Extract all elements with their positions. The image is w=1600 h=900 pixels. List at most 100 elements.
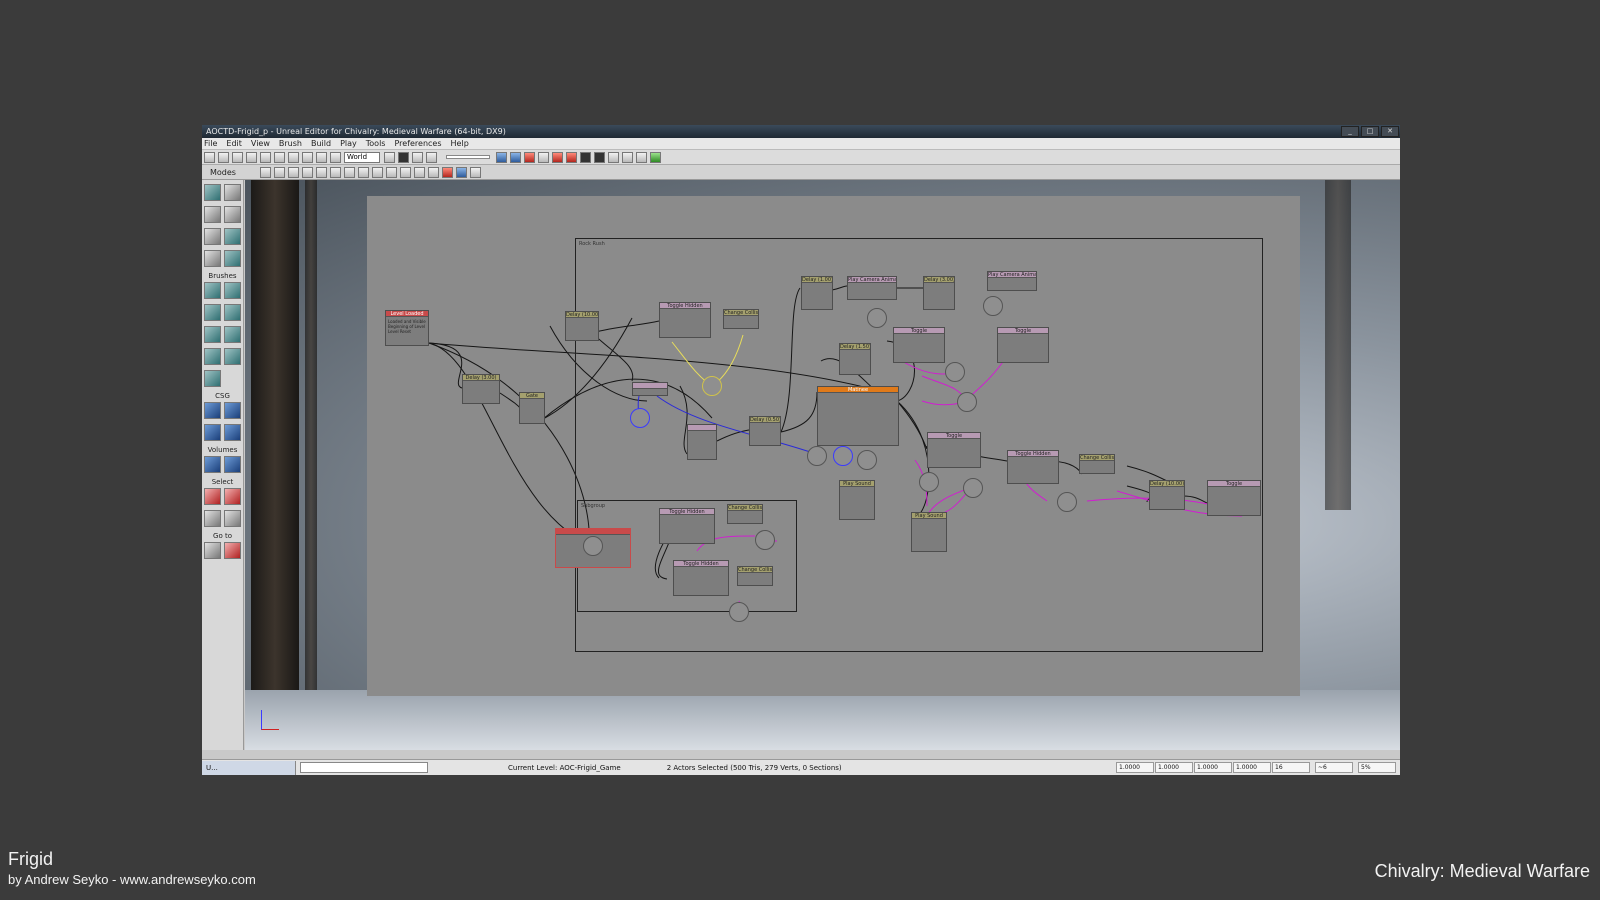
game-view-icon[interactable]: [400, 166, 411, 178]
curved-stair-icon[interactable]: [203, 304, 221, 321]
layer-icon[interactable]: [580, 151, 591, 163]
menu-file[interactable]: File: [204, 139, 217, 148]
menu-edit[interactable]: Edit: [226, 139, 242, 148]
matinee-icon[interactable]: [426, 151, 437, 163]
play-in-editor-icon[interactable]: [650, 151, 661, 163]
wireframe-icon[interactable]: [288, 166, 299, 178]
kismet-node-change-collision[interactable]: Change Collision: [1079, 454, 1115, 474]
show-selected-icon[interactable]: [203, 488, 221, 505]
kismet-variable[interactable]: [983, 296, 1003, 316]
new-icon[interactable]: [204, 151, 215, 163]
menu-build[interactable]: Build: [311, 139, 331, 148]
status-tab-label[interactable]: U...: [206, 764, 218, 772]
linear-stair-icon[interactable]: [203, 326, 221, 343]
kismet-node-level-loaded[interactable]: Level Loaded Loaded and Visible Beginnin…: [385, 310, 429, 346]
cone-brush-icon[interactable]: [224, 282, 242, 299]
spiral-stair-icon[interactable]: [203, 348, 221, 365]
kismet-node-change-collision[interactable]: Change Collision: [727, 504, 763, 524]
landscape-icon[interactable]: [224, 228, 242, 245]
camera-speed-icon[interactable]: [470, 166, 481, 178]
hide-selected-icon[interactable]: [224, 488, 242, 505]
kismet-variable[interactable]: [1057, 492, 1077, 512]
kismet-node-toggle[interactable]: Toggle: [1207, 480, 1261, 516]
command-input[interactable]: [300, 762, 428, 773]
kismet-variable[interactable]: [630, 408, 650, 428]
save-icon[interactable]: [232, 151, 243, 163]
redo-icon[interactable]: [274, 151, 285, 163]
save-all-icon[interactable]: [246, 151, 257, 163]
kismet-node-toggle-hidden[interactable]: Toggle Hidden: [659, 302, 711, 338]
globe-icon[interactable]: [608, 151, 619, 163]
kismet-node-toggle[interactable]: Toggle: [997, 327, 1049, 363]
kismet-node-matinee[interactable]: Matinee: [817, 386, 899, 446]
menu-tools[interactable]: Tools: [366, 139, 386, 148]
open-icon[interactable]: [218, 151, 229, 163]
arrow-down-red-icon-2[interactable]: [566, 151, 577, 163]
kismet-k-icon[interactable]: [636, 151, 647, 163]
kismet-variable[interactable]: [945, 362, 965, 382]
undo-icon[interactable]: [260, 151, 271, 163]
texture-density-icon[interactable]: [372, 166, 383, 178]
lighting-only-icon[interactable]: [344, 166, 355, 178]
scale-mode-icon[interactable]: [330, 151, 341, 163]
scale-snap-text[interactable]: 5%: [1358, 762, 1396, 773]
menu-preferences[interactable]: Preferences: [394, 139, 441, 148]
perspective-icon[interactable]: [260, 166, 271, 178]
arrow-down-red-icon[interactable]: [552, 151, 563, 163]
build-all-icon[interactable]: [538, 151, 549, 163]
csg-intersect-icon[interactable]: [203, 424, 221, 441]
group-icon[interactable]: [594, 151, 605, 163]
rotate-mode-icon[interactable]: [316, 151, 327, 163]
foliage-icon[interactable]: [203, 250, 221, 267]
kismet-node-play-sound[interactable]: Play Sound: [839, 480, 875, 520]
scale-uniform-field[interactable]: 1.0000: [1233, 762, 1271, 773]
cube-brush-icon[interactable]: [203, 282, 221, 299]
maximize-button[interactable]: □: [1361, 126, 1379, 137]
kismet-node-gate[interactable]: Gate: [519, 392, 545, 424]
grid-size-text[interactable]: 16: [1272, 762, 1310, 773]
detail-lighting-icon[interactable]: [330, 166, 341, 178]
kismet-variable[interactable]: [807, 446, 827, 466]
select-inverse-icon[interactable]: [203, 510, 221, 527]
kismet-variable[interactable]: [867, 308, 887, 328]
terrain-mode-icon[interactable]: [203, 206, 221, 223]
kismet-icon[interactable]: [412, 151, 423, 163]
menu-play[interactable]: Play: [340, 139, 357, 148]
kismet-variable[interactable]: [957, 392, 977, 412]
kismet-variable[interactable]: [963, 478, 983, 498]
menu-brush[interactable]: Brush: [279, 139, 302, 148]
add-volume-icon[interactable]: [203, 456, 221, 473]
sphere-brush-icon[interactable]: [224, 348, 242, 365]
kismet-variable[interactable]: [583, 536, 603, 556]
menu-view[interactable]: View: [251, 139, 270, 148]
goto-builder-brush-icon[interactable]: [224, 542, 242, 559]
kismet-variable[interactable]: [833, 446, 853, 466]
csg-deintersect-icon[interactable]: [224, 424, 242, 441]
menu-help[interactable]: Help: [451, 139, 469, 148]
tree-icon[interactable]: [224, 250, 242, 267]
kismet-variable[interactable]: [729, 602, 749, 622]
csg-subtract-icon[interactable]: [224, 402, 242, 419]
goto-actor-icon[interactable]: [203, 542, 221, 559]
lock-icon[interactable]: [414, 166, 425, 178]
kismet-node-play-sound[interactable]: Play Sound: [911, 512, 947, 552]
perspective-viewport[interactable]: Rock Rush Subgroup Level Loaded Loaded a…: [245, 180, 1400, 750]
eye-icon[interactable]: [428, 166, 439, 178]
kismet-node-change-collision[interactable]: Change Collision: [737, 566, 773, 586]
sheet-brush-icon[interactable]: [224, 326, 242, 343]
volume-list-icon[interactable]: [224, 456, 242, 473]
kismet-canvas[interactable]: Rock Rush Subgroup Level Loaded Loaded a…: [367, 196, 1300, 696]
camera-mode-icon[interactable]: [203, 184, 221, 201]
rotation-snap-text[interactable]: ~6: [1315, 762, 1353, 773]
kismet-node-small[interactable]: [632, 382, 668, 396]
realtime-icon[interactable]: [442, 166, 453, 178]
kismet-variable[interactable]: [919, 472, 939, 492]
kismet-node-play-camera-animation[interactable]: Play Camera Animation: [847, 276, 897, 300]
texture-align-icon[interactable]: [224, 206, 242, 223]
build-paths-icon[interactable]: [524, 151, 535, 163]
kismet-node-delay[interactable]: Delay (1.50): [839, 343, 871, 375]
kismet-node-toggle-hidden[interactable]: Toggle Hidden: [659, 508, 715, 544]
cylinder-brush-icon[interactable]: [224, 304, 242, 321]
select-mode-icon[interactable]: [288, 151, 299, 163]
unlit-icon[interactable]: [302, 166, 313, 178]
